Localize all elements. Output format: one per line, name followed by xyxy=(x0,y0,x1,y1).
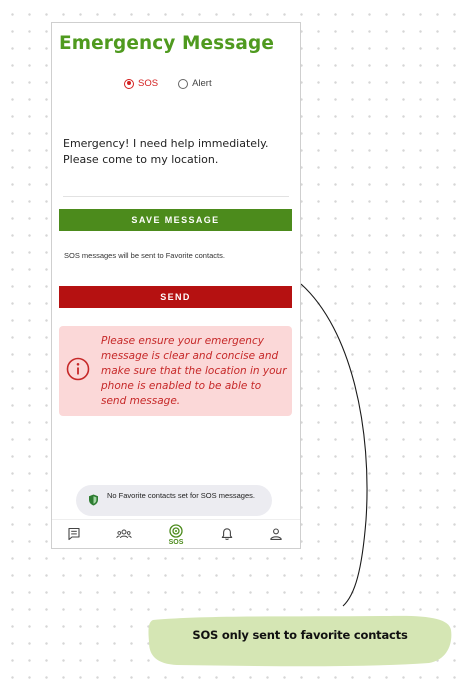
annotation-text: SOS only sent to favorite contacts xyxy=(192,628,408,642)
messages-icon xyxy=(68,527,80,541)
tab-messages[interactable] xyxy=(58,524,90,548)
info-circle-icon xyxy=(66,357,90,381)
phone-screen: Emergency Message SOS Alert Emergency! I… xyxy=(51,22,301,549)
save-message-button[interactable]: SAVE MESSAGE xyxy=(59,209,292,231)
tab-contacts[interactable] xyxy=(107,524,139,548)
page-title: Emergency Message xyxy=(59,33,274,54)
radio-checked-icon xyxy=(124,78,134,89)
info-text: SOS messages will be sent to Favorite co… xyxy=(64,251,225,260)
radio-label-alert: Alert xyxy=(192,78,212,89)
shield-icon xyxy=(89,494,98,506)
warning-text: Please ensure your emergency message is … xyxy=(101,335,287,407)
profile-icon xyxy=(270,528,282,540)
radio-option-sos[interactable]: SOS xyxy=(124,78,158,89)
tab-notifications[interactable] xyxy=(211,524,243,548)
sos-icon xyxy=(169,524,183,538)
bottom-tab-bar: SOS xyxy=(52,519,300,548)
toast-text: No Favorite contacts set for SOS message… xyxy=(107,491,255,500)
tab-sos[interactable]: SOS xyxy=(160,524,192,548)
radio-unchecked-icon xyxy=(178,78,189,89)
message-input[interactable]: Emergency! I need help immediately. Plea… xyxy=(63,136,289,197)
contacts-icon xyxy=(116,529,132,539)
radio-label-sos: SOS xyxy=(138,78,159,89)
send-button[interactable]: SEND xyxy=(59,286,292,308)
warning-box: Please ensure your emergency message is … xyxy=(59,326,292,416)
toast-notification: No Favorite contacts set for SOS message… xyxy=(76,485,272,516)
bell-icon xyxy=(221,528,233,540)
radio-option-alert[interactable]: Alert xyxy=(178,78,212,89)
message-type-radio-group: SOS Alert xyxy=(124,78,212,89)
tab-profile[interactable] xyxy=(260,524,292,548)
annotation-callout: SOS only sent to favorite contacts xyxy=(147,614,453,667)
tab-sos-label: SOS xyxy=(168,539,184,546)
